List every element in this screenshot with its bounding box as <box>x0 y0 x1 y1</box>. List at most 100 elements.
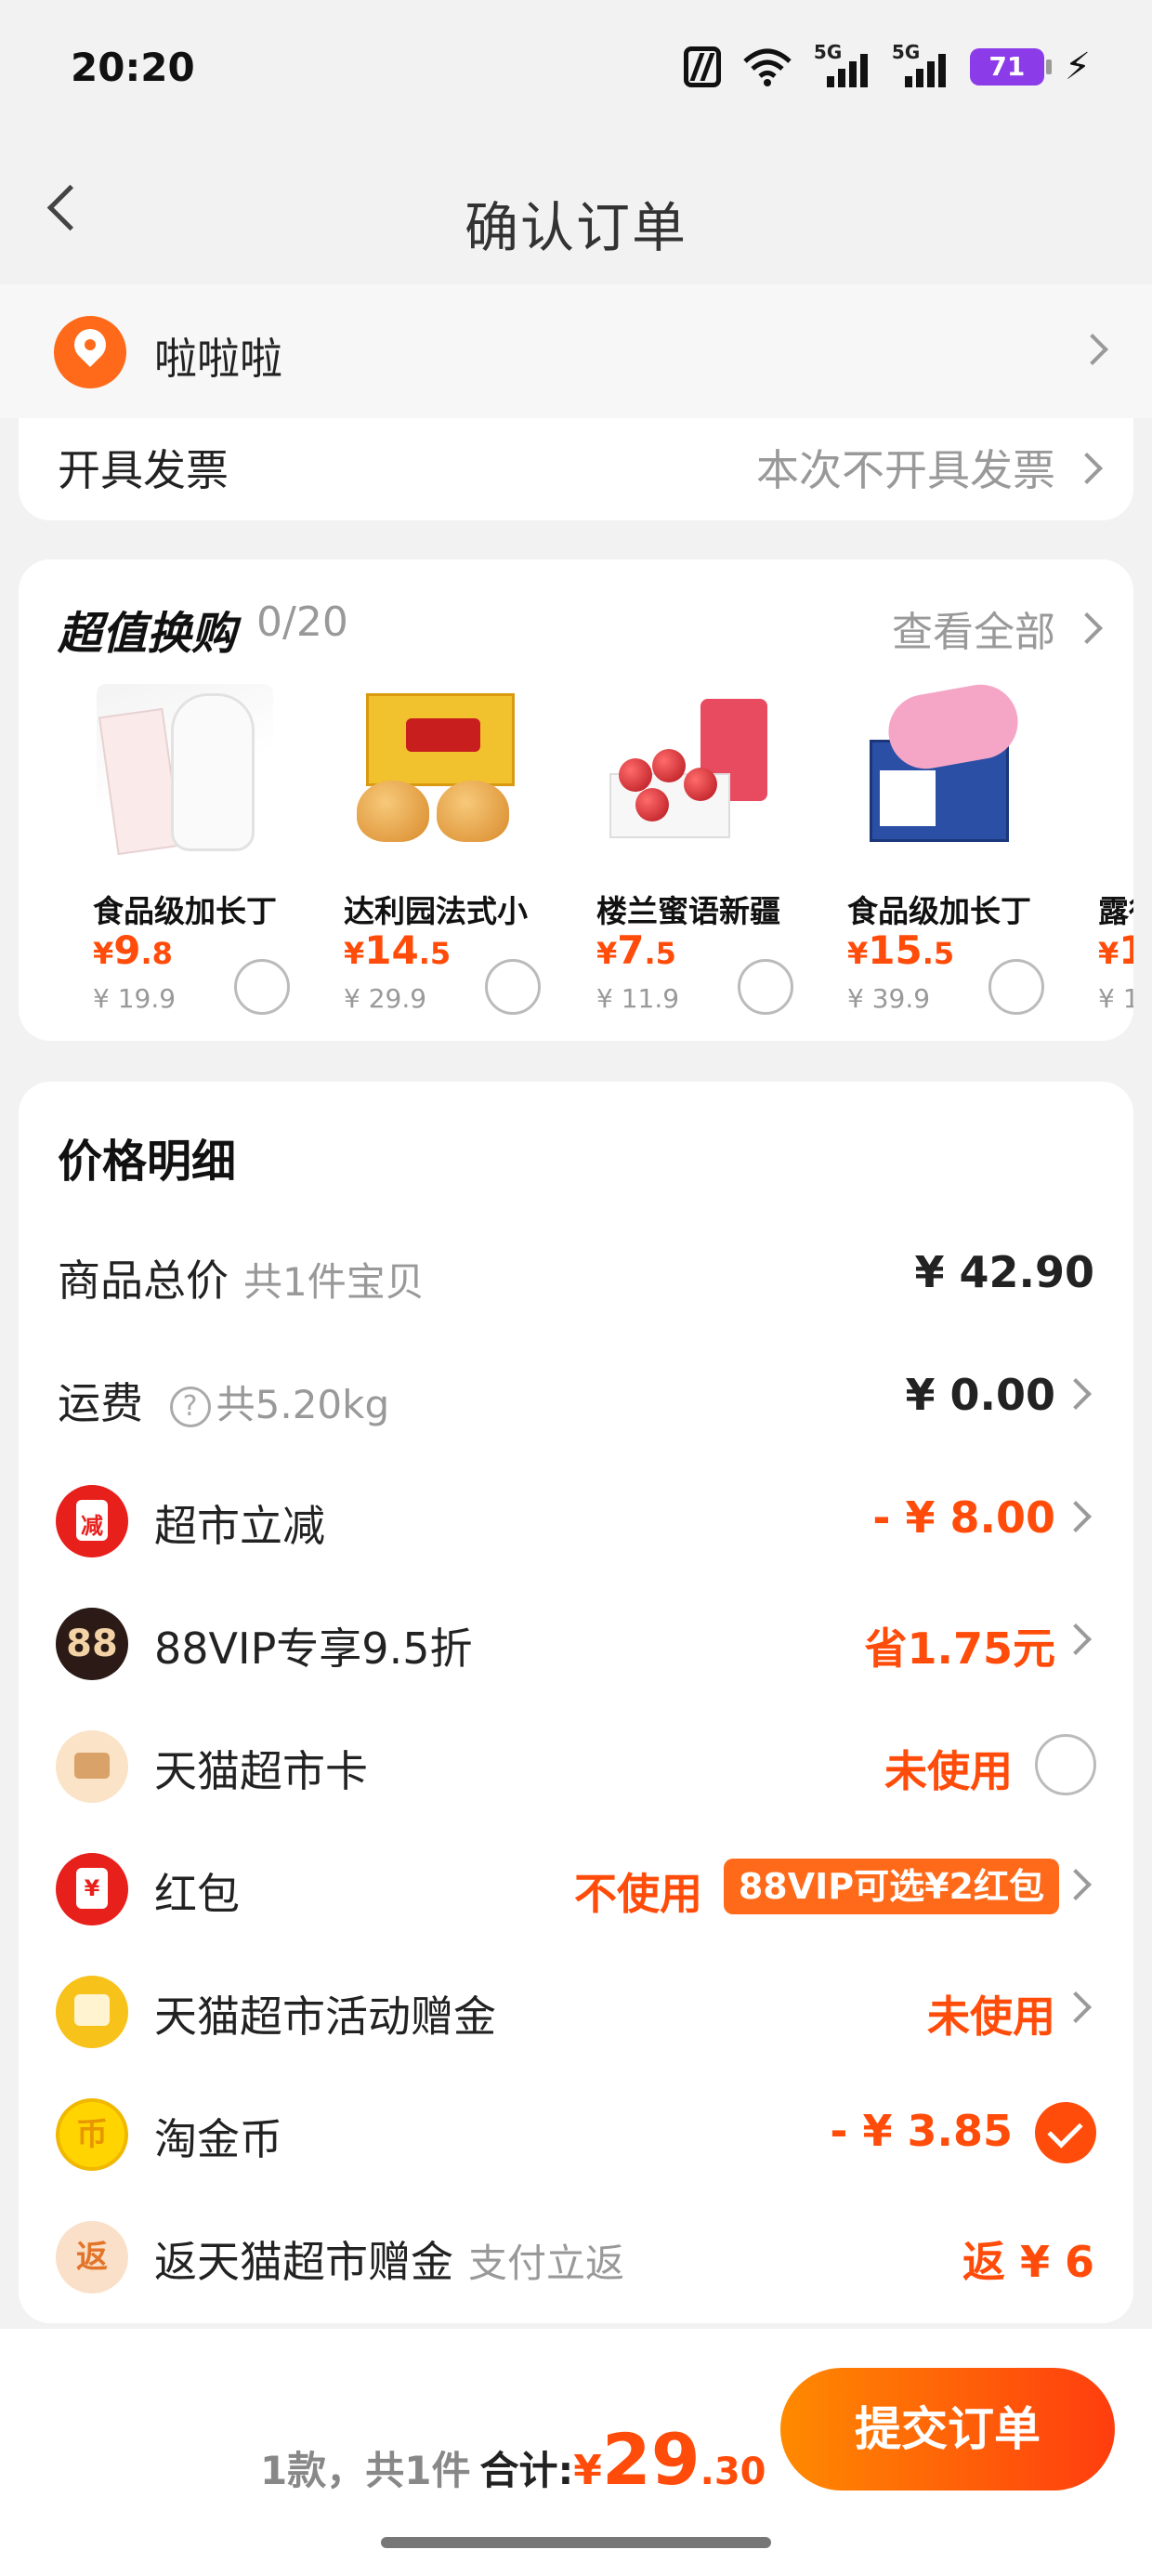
bonus-icon <box>56 1976 128 2048</box>
deal-price: ¥15.5 <box>847 927 955 973</box>
charging-icon: ⚡ <box>1064 46 1091 88</box>
status-time: 20:20 <box>71 45 195 90</box>
deal-item[interactable]: 楼兰蜜语新疆 ¥7.5 ¥ 11.9 <box>574 684 816 1019</box>
row-value: 不使用 <box>574 1869 702 1919</box>
price-row-supermarket-discount[interactable]: 减 超市立减 - ¥ 8.00 <box>19 1457 1133 1580</box>
deal-name: 食品级加长丁 <box>93 893 277 929</box>
row-value: 省1.75元 <box>864 1623 1056 1674</box>
help-icon[interactable]: ? <box>169 1386 211 1427</box>
deal-price: ¥12 <box>1098 927 1133 973</box>
signal-icon-1: 5G <box>814 41 871 87</box>
product-image <box>851 678 1028 861</box>
battery-icon: 71 <box>969 48 1052 85</box>
row-label: 超市立减 <box>154 1501 325 1551</box>
row-value: - ¥ 3.85 <box>830 2106 1013 2156</box>
status-icons: 5G 5G 71 ⚡ <box>683 41 1091 91</box>
deal-original-price: ¥ 12 <box>1098 983 1133 1014</box>
deal-name: 露得 <box>1098 893 1133 929</box>
chevron-right-icon <box>1060 1378 1092 1410</box>
row-value: 未使用 <box>884 1746 1013 1796</box>
deal-item[interactable]: 达利园法式小 ¥14.5 ¥ 29.9 <box>321 684 563 1019</box>
row-value: 返 ¥ 6 <box>962 2237 1094 2287</box>
price-detail-card: 价格明细 商品总价 共1件宝贝 ¥ 42.90 运费 ? 共5.20kg ¥ 0.0… <box>19 1082 1133 2323</box>
address-row[interactable]: 啦啦啦 <box>0 284 1152 418</box>
price-row-taojin-coin[interactable]: 币 淘金币 - ¥ 3.85 <box>19 2070 1133 2193</box>
total-label: 合计: <box>479 2448 574 2493</box>
deals-title: 超值换购 <box>58 608 237 660</box>
chevron-right-icon <box>1060 1991 1092 2023</box>
total-currency: ¥ <box>573 2447 602 2494</box>
row-label: 天猫超市活动赠金 <box>154 1991 496 2042</box>
location-pin-icon <box>54 316 126 388</box>
deal-select-radio[interactable] <box>988 959 1044 1015</box>
row-label: 商品总价 共1件宝贝 <box>58 1255 425 1306</box>
chevron-right-icon <box>1060 1623 1092 1655</box>
chevron-right-icon <box>1060 1869 1092 1900</box>
price-detail-title: 价格明细 <box>58 1136 237 1188</box>
cashback-icon: 返 <box>56 2221 128 2293</box>
order-summary: 1款，共1件 合计:¥29.30 <box>260 2418 766 2501</box>
row-label: 返天猫超市赠金 支付立返 <box>154 2237 625 2287</box>
deal-item[interactable]: 露得 ¥12 ¥ 12 <box>1076 684 1133 1019</box>
row-label: 淘金币 <box>154 2114 282 2164</box>
page-title: 确认订单 <box>464 196 687 259</box>
deal-select-radio[interactable] <box>485 959 541 1015</box>
deal-item[interactable]: 食品级加长丁 ¥15.5 ¥ 39.9 <box>825 678 1067 1019</box>
deal-price: ¥7.5 <box>596 927 676 973</box>
chevron-right-icon <box>1077 334 1108 365</box>
row-value: - ¥ 8.00 <box>872 1492 1055 1543</box>
tmall-card-radio[interactable] <box>1035 1734 1096 1795</box>
deals-count: 0/20 <box>256 598 348 646</box>
row-label: 天猫超市卡 <box>154 1746 368 1796</box>
price-row-88vip[interactable]: 88 88VIP专享9.5折 省1.75元 <box>19 1580 1133 1702</box>
product-image <box>347 684 524 861</box>
deal-original-price: ¥ 19.9 <box>93 983 177 1014</box>
invoice-value: 本次不开具发票 <box>756 445 1055 495</box>
home-indicator[interactable] <box>381 2537 771 2548</box>
total-decimal: .30 <box>700 2451 766 2493</box>
discount-icon: 减 <box>56 1485 128 1557</box>
address-name: 啦啦啦 <box>154 334 282 384</box>
view-all-link[interactable]: 查看全部 <box>892 598 1055 658</box>
price-row-shipping[interactable]: 运费 ? 共5.20kg ¥ 0.00 <box>19 1334 1133 1457</box>
product-image <box>97 684 273 861</box>
deal-price: ¥14.5 <box>344 927 452 973</box>
nfc-icon <box>683 46 721 87</box>
deal-price: ¥9.8 <box>93 927 173 973</box>
invoice-row[interactable]: 开具发票 本次不开具发票 <box>19 418 1133 520</box>
coin-checkbox-checked[interactable] <box>1035 2102 1096 2163</box>
price-row-red-packet[interactable]: ¥ 红包 不使用 88VIP可选¥2红包 <box>19 1825 1133 1948</box>
deal-original-price: ¥ 39.9 <box>847 983 931 1014</box>
deal-name: 达利园法式小 <box>344 893 528 929</box>
deal-original-price: ¥ 29.9 <box>344 983 427 1014</box>
wifi-icon <box>743 48 792 86</box>
row-value: 未使用 <box>927 1991 1055 2042</box>
deal-original-price: ¥ 11.9 <box>596 983 680 1014</box>
card-icon <box>56 1730 128 1803</box>
price-row-cashback: 返 返天猫超市赠金 支付立返 返 ¥ 6 <box>19 2193 1133 2316</box>
deal-name: 楼兰蜜语新疆 <box>596 893 780 929</box>
row-value: ¥ 0.00 <box>905 1370 1055 1420</box>
deal-select-radio[interactable] <box>234 959 290 1015</box>
deal-name: 食品级加长丁 <box>847 893 1031 929</box>
deal-item[interactable]: 食品级加长丁 ¥9.8 ¥ 19.9 <box>71 684 312 1019</box>
coin-icon: 币 <box>56 2098 128 2171</box>
vip-88-icon: 88 <box>56 1608 128 1680</box>
chevron-right-icon <box>1071 453 1103 484</box>
status-bar: 20:20 5G 5G 71 ⚡ <box>0 0 1152 139</box>
invoice-label: 开具发票 <box>58 445 229 495</box>
price-row-activity-bonus[interactable]: 天猫超市活动赠金 未使用 <box>19 1948 1133 2070</box>
row-value: ¥ 42.90 <box>914 1247 1094 1297</box>
price-row-tmall-card[interactable]: 天猫超市卡 未使用 <box>19 1702 1133 1825</box>
vip-red-packet-tag[interactable]: 88VIP可选¥2红包 <box>723 1859 1059 1914</box>
price-row-goods-total: 商品总价 共1件宝贝 ¥ 42.90 <box>19 1212 1133 1334</box>
submit-order-button[interactable]: 提交订单 <box>780 2368 1115 2491</box>
row-label: 88VIP专享9.5折 <box>154 1623 473 1674</box>
product-image <box>600 684 777 861</box>
chevron-right-icon <box>1060 1501 1092 1532</box>
total-amount: 29 <box>601 2418 700 2501</box>
page-header: 确认订单 <box>0 139 1152 279</box>
deals-card: 超值换购 0/20 查看全部 食品级加长丁 ¥9.8 ¥ 19.9 达利园法式小… <box>19 559 1133 1041</box>
item-count: 1款，共1件 <box>260 2448 471 2493</box>
deal-select-radio[interactable] <box>738 959 793 1015</box>
